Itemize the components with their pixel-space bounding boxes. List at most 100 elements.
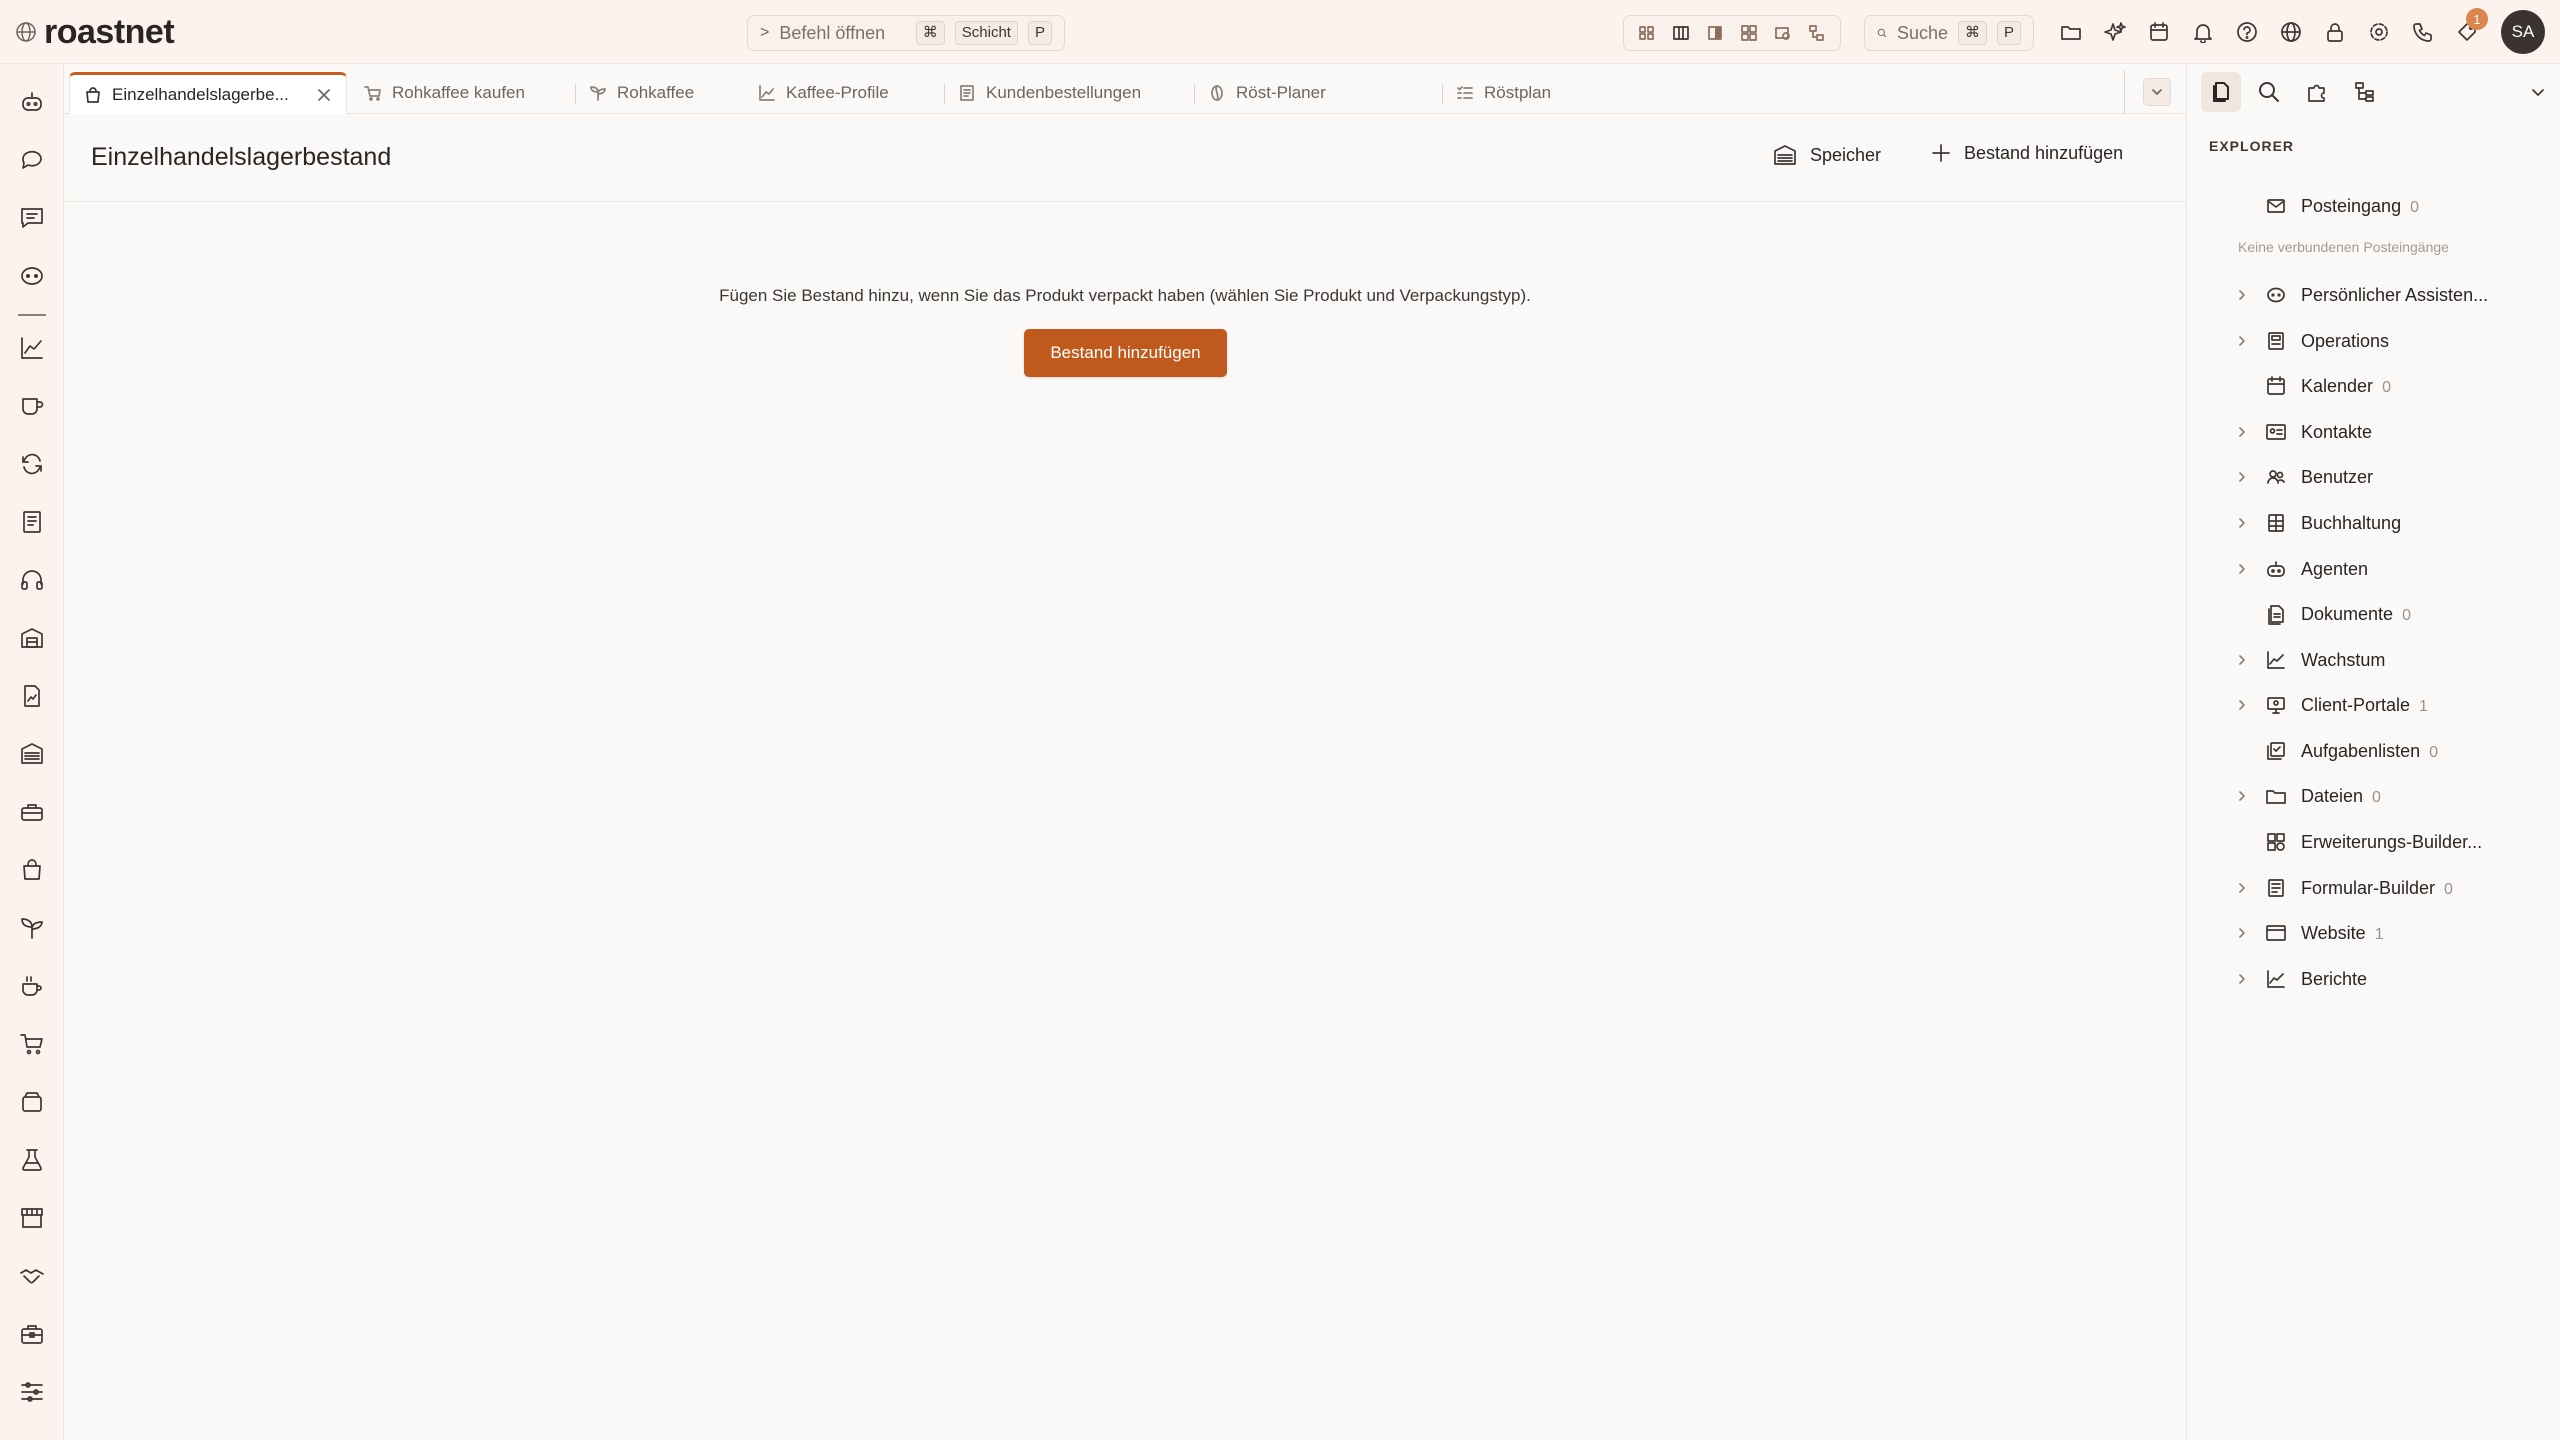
top-bar: roastnet > Befehl öffnen ⌘ Schicht P Suc… xyxy=(0,0,2560,64)
tree-item-label: Wachstum xyxy=(2301,650,2386,670)
flask-icon[interactable] xyxy=(16,1144,48,1176)
tree-item-dokumente[interactable]: Dokumente 0 xyxy=(2187,598,2560,630)
folder-icon[interactable] xyxy=(2056,16,2086,48)
briefcase-icon[interactable] xyxy=(16,1318,48,1350)
chevron-right-icon[interactable] xyxy=(2235,562,2249,576)
assistant-icon xyxy=(2265,284,2287,306)
shopping-bag-icon[interactable] xyxy=(16,854,48,886)
chevron-right-icon[interactable] xyxy=(2235,653,2249,667)
chevron-right-icon[interactable] xyxy=(2235,288,2249,302)
sprout-icon[interactable] xyxy=(16,912,48,944)
tree-item-erweiterungs-builder[interactable]: Erweiterungs-Builder... xyxy=(2187,826,2560,858)
sparkle-icon[interactable] xyxy=(2100,16,2130,48)
coffee-cup-icon[interactable] xyxy=(16,390,48,422)
tree-item-operations[interactable]: Operations xyxy=(2187,325,2560,357)
file-chart-icon[interactable] xyxy=(16,680,48,712)
extensions-panel-tab[interactable] xyxy=(2297,72,2337,112)
tree-panel-tab[interactable] xyxy=(2345,72,2385,112)
tree-item-kalender[interactable]: Kalender 0 xyxy=(2187,370,2560,402)
close-icon[interactable] xyxy=(316,87,332,103)
chevron-right-icon[interactable] xyxy=(2235,881,2249,895)
plus-icon xyxy=(1932,144,1950,162)
robot-icon[interactable] xyxy=(16,86,48,118)
assistant-icon[interactable] xyxy=(16,260,48,292)
tag-icon[interactable]: 1 xyxy=(2452,8,2488,48)
tree-item-agenten[interactable]: Agenten xyxy=(2187,553,2560,585)
search-button[interactable]: Suche ⌘ P xyxy=(1864,15,2034,51)
layout-switcher xyxy=(1623,15,1841,51)
tab-rohkaffee-kaufen[interactable]: Rohkaffee kaufen xyxy=(350,72,539,114)
avatar[interactable]: SA xyxy=(2501,10,2545,54)
tree-item-formular-builder[interactable]: Formular-Builder 0 xyxy=(2187,872,2560,904)
toolbox-icon[interactable] xyxy=(16,796,48,828)
headphones-icon[interactable] xyxy=(16,564,48,596)
logo[interactable]: roastnet xyxy=(14,12,175,52)
search-label: Suche xyxy=(1896,22,1948,43)
chevron-right-icon[interactable] xyxy=(2235,334,2249,348)
files-panel-tab[interactable] xyxy=(2201,72,2241,112)
tab-roest-planer[interactable]: Röst-Planer xyxy=(1194,72,1340,114)
kbd-key: ⌘ xyxy=(915,21,945,45)
tab-kaffee-profile[interactable]: Kaffee-Profile xyxy=(744,72,903,114)
warehouse-icon[interactable] xyxy=(16,622,48,654)
tree-item-client-portale[interactable]: Client-Portale 1 xyxy=(2187,689,2560,721)
phone-icon[interactable] xyxy=(2408,16,2438,48)
add-stock-button[interactable]: Bestand hinzufügen xyxy=(1024,329,1227,377)
tiles-layout-icon[interactable] xyxy=(1740,24,1758,42)
chevron-right-icon[interactable] xyxy=(2235,470,2249,484)
chart-icon[interactable] xyxy=(16,332,48,364)
tab-roestplan[interactable]: Röstplan xyxy=(1442,72,1565,114)
tree-item-kontakte[interactable]: Kontakte xyxy=(2187,416,2560,448)
help-icon[interactable] xyxy=(2232,16,2262,48)
tree-item-persoenlicher-assistent[interactable]: Persönlicher Assisten... xyxy=(2187,279,2560,311)
search-icon xyxy=(1877,28,1887,38)
tab-overflow-button[interactable] xyxy=(2143,78,2171,106)
bell-icon[interactable] xyxy=(2188,16,2218,48)
command-palette-button[interactable]: > Befehl öffnen ⌘ Schicht P xyxy=(747,15,1065,51)
storage-icon[interactable] xyxy=(16,738,48,770)
storage-button[interactable]: Speicher xyxy=(1772,142,1881,168)
sidebar-layout-icon[interactable] xyxy=(1706,24,1724,42)
calendar-icon[interactable] xyxy=(2144,16,2174,48)
tree-item-website[interactable]: Website 1 xyxy=(2187,917,2560,949)
package-icon[interactable] xyxy=(16,1086,48,1118)
globe-icon[interactable] xyxy=(2276,16,2306,48)
tree-item-buchhaltung[interactable]: Buchhaltung xyxy=(2187,507,2560,539)
columns-layout-icon[interactable] xyxy=(1672,24,1690,42)
message-icon[interactable] xyxy=(16,202,48,234)
chevron-right-icon[interactable] xyxy=(2235,698,2249,712)
chevron-right-icon[interactable] xyxy=(2235,972,2249,986)
cart-icon[interactable] xyxy=(16,1028,48,1060)
gear-icon[interactable] xyxy=(2364,16,2394,48)
refresh-icon[interactable] xyxy=(16,448,48,480)
hot-coffee-icon[interactable] xyxy=(16,970,48,1002)
chat-bubble-icon[interactable] xyxy=(16,144,48,176)
grid-layout-icon[interactable] xyxy=(1638,24,1656,42)
warehouse-icon xyxy=(1774,145,1796,165)
chevron-right-icon[interactable] xyxy=(2235,516,2249,530)
tab-einzelhandelslagerbestand[interactable]: Einzelhandelslagerbe... xyxy=(69,72,347,114)
tree-item-posteingang[interactable]: Posteingang 0 xyxy=(2187,190,2560,222)
tree-item-wachstum[interactable]: Wachstum xyxy=(2187,644,2560,676)
chevron-right-icon[interactable] xyxy=(2235,926,2249,940)
tab-label: Rohkaffee xyxy=(617,83,695,102)
tab-rohkaffee[interactable]: Rohkaffee xyxy=(575,72,708,114)
folder-search-icon[interactable] xyxy=(1774,24,1792,42)
tree-item-aufgabenlisten[interactable]: Aufgabenlisten 0 xyxy=(2187,735,2560,767)
sliders-icon[interactable] xyxy=(16,1376,48,1408)
handshake-icon[interactable] xyxy=(16,1260,48,1292)
tab-kundenbestellungen[interactable]: Kundenbestellungen xyxy=(944,72,1155,114)
tree-item-dateien[interactable]: Dateien 0 xyxy=(2187,780,2560,812)
tree-item-berichte[interactable]: Berichte xyxy=(2187,963,2560,995)
store-icon[interactable] xyxy=(16,1202,48,1234)
search-panel-tab[interactable] xyxy=(2249,72,2289,112)
lock-icon[interactable] xyxy=(2320,16,2350,48)
chevron-right-icon[interactable] xyxy=(2235,789,2249,803)
panel-collapse-button[interactable] xyxy=(2530,84,2546,100)
chevron-right-icon[interactable] xyxy=(2235,425,2249,439)
document-icon[interactable] xyxy=(16,506,48,538)
tree-item-count: 1 xyxy=(2374,926,2384,943)
tree-item-benutzer[interactable]: Benutzer xyxy=(2187,461,2560,493)
tree-layout-icon[interactable] xyxy=(1808,24,1826,42)
add-stock-header-button[interactable]: Bestand hinzufügen xyxy=(1930,142,2123,164)
